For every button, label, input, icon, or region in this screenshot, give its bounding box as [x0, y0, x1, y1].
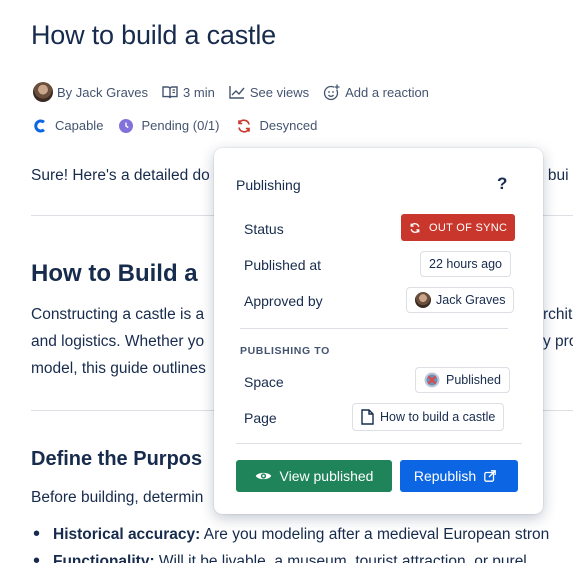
- see-views-button[interactable]: See views: [229, 85, 309, 100]
- pending-badge[interactable]: Pending (0/1): [119, 118, 220, 133]
- space-chip[interactable]: Published: [415, 367, 510, 393]
- paragraph-line: Constructing a castle is a: [31, 306, 205, 323]
- chart-line-icon: [229, 86, 245, 99]
- status-badges: Capable Pending (0/1) Desynced: [33, 118, 333, 133]
- paragraph-line: and logistics. Whether yo: [31, 333, 205, 350]
- intro-paragraph: Sure! Here's a detailed do: [31, 167, 210, 184]
- add-reaction-label: Add a reaction: [345, 84, 429, 100]
- paragraph-line-tail: rchite: [543, 306, 573, 323]
- status-label: Status: [244, 221, 284, 237]
- divider: [240, 328, 508, 329]
- read-time: 3 min: [162, 85, 215, 100]
- page-title: How to build a castle: [31, 20, 276, 50]
- list-item-text: Will it be livable, a museum, tourist at…: [154, 553, 527, 563]
- divider: [236, 443, 522, 444]
- page-chip[interactable]: How to build a castle: [352, 403, 505, 431]
- page-value: How to build a castle: [380, 410, 496, 424]
- add-reaction-button[interactable]: Add a reaction: [323, 83, 429, 101]
- space-label: Space: [244, 374, 284, 390]
- page-icon: [361, 409, 374, 425]
- see-views-label: See views: [249, 84, 310, 100]
- list-item-label: Functionality:: [53, 553, 155, 563]
- author[interactable]: By Jack Graves: [33, 82, 148, 102]
- approver-name: Jack Graves: [436, 293, 506, 307]
- subsection-heading: Define the Purpos: [31, 448, 203, 470]
- share-icon: [484, 470, 496, 482]
- published-at-text: 22 hours ago: [429, 257, 502, 271]
- status-value: OUT OF SYNC: [429, 221, 508, 234]
- help-icon[interactable]: ?: [497, 174, 507, 194]
- list-item-text: Are you modeling after a medieval Europe…: [200, 526, 550, 543]
- desynced-label: Desynced: [259, 118, 318, 133]
- published-at-label: Published at: [244, 257, 322, 273]
- list-item-label: Historical accuracy:: [53, 526, 201, 543]
- avatar: [33, 82, 53, 102]
- published-at-value: 22 hours ago: [420, 251, 511, 277]
- publishing-to-heading: PUBLISHING TO: [240, 345, 330, 357]
- republish-label: Republish: [413, 468, 477, 484]
- view-published-button[interactable]: View published: [236, 460, 392, 492]
- byline: By Jack Graves 3 min See views Add a rea…: [33, 82, 443, 102]
- read-time-label: 3 min: [183, 84, 215, 100]
- add-emoji-icon: [323, 83, 341, 100]
- status-badge: OUT OF SYNC: [401, 214, 516, 241]
- space-icon: [424, 372, 440, 388]
- approver-chip[interactable]: Jack Graves: [406, 287, 515, 313]
- capable-logo-icon: [34, 119, 45, 132]
- sync-icon: [410, 222, 420, 233]
- list-item: Functionality: Will it be livable, a mus…: [33, 548, 527, 563]
- sync-icon: [237, 118, 250, 133]
- space-value: Published: [446, 373, 501, 387]
- approved-by-label: Approved by: [244, 293, 323, 309]
- clock-icon: [119, 118, 134, 133]
- republish-button[interactable]: Republish: [400, 460, 518, 492]
- page-label: Page: [244, 410, 277, 426]
- capable-badge[interactable]: Capable: [33, 118, 103, 133]
- capable-label: Capable: [55, 118, 104, 133]
- paragraph: Before building, determin: [31, 489, 204, 506]
- pending-label: Pending (0/1): [141, 118, 220, 133]
- eye-icon: [255, 472, 271, 480]
- avatar: [415, 292, 431, 308]
- view-published-label: View published: [279, 468, 374, 484]
- paragraph-line: model, this guide outlines: [31, 360, 206, 377]
- section-heading: How to Build a: [31, 260, 198, 287]
- paragraph-line-tail: y pro: [543, 333, 573, 350]
- book-icon: [162, 86, 178, 99]
- publishing-popup: Publishing ? Status OUT OF SYNC Publishe…: [214, 148, 543, 514]
- popup-title: Publishing: [236, 177, 301, 193]
- desynced-badge[interactable]: Desynced: [236, 118, 318, 133]
- list-item: Historical accuracy: Are you modeling af…: [33, 521, 550, 548]
- author-label: By Jack Graves: [57, 84, 149, 100]
